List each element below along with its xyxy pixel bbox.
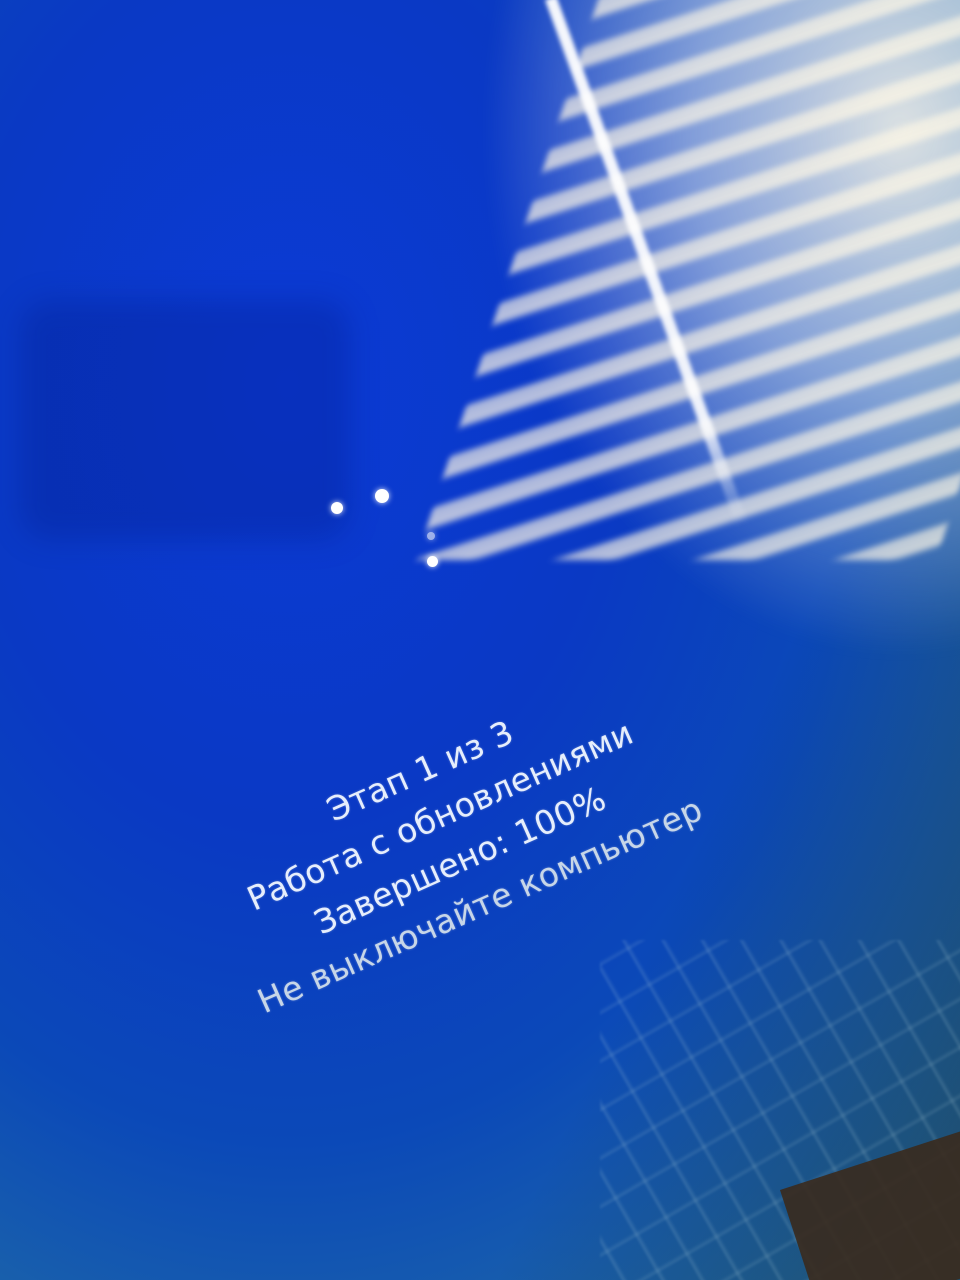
screen-reflection bbox=[20, 300, 350, 540]
spinner-dot bbox=[331, 502, 343, 514]
spinner-dot bbox=[427, 532, 435, 540]
spinner-dot bbox=[375, 489, 389, 503]
loading-dots-icon bbox=[325, 480, 455, 580]
update-screen: Этап 1 из 3 Работа с обновлениями Заверш… bbox=[0, 0, 960, 1280]
spinner-dot bbox=[427, 556, 438, 567]
